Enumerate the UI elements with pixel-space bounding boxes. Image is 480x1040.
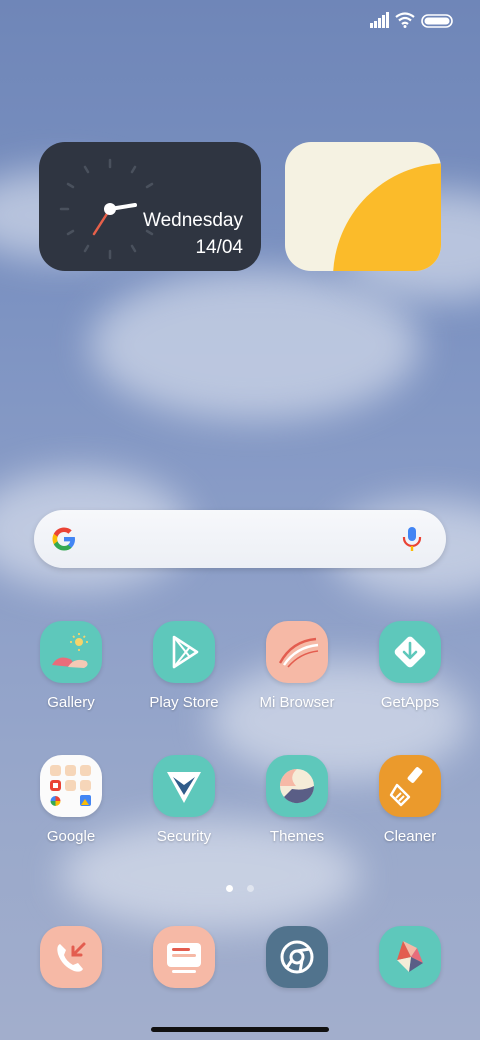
- app-google-folder[interactable]: Google: [15, 755, 127, 845]
- signal-icon: [370, 12, 389, 28]
- dock-phone[interactable]: [15, 926, 127, 988]
- gallery-icon: [40, 621, 102, 683]
- security-icon: [153, 755, 215, 817]
- play-store-icon: [153, 621, 215, 683]
- google-folder-icon: [40, 755, 102, 817]
- sun-graphic: [333, 163, 441, 271]
- wifi-icon: [395, 12, 415, 28]
- page-indicator: [0, 879, 480, 897]
- getapps-icon: [379, 621, 441, 683]
- themes-icon: [266, 755, 328, 817]
- app-label-play-store: Play Store: [149, 694, 219, 711]
- clock-day: Wednesday: [143, 210, 243, 231]
- battery-icon: [421, 14, 453, 28]
- gesture-home-bar[interactable]: [151, 1027, 329, 1032]
- page-dot[interactable]: [247, 885, 255, 892]
- app-label-gallery: Gallery: [47, 694, 95, 711]
- analog-clock: [59, 158, 154, 260]
- messages-icon: [153, 926, 215, 988]
- app-getapps[interactable]: GetApps: [354, 621, 466, 711]
- app-gallery[interactable]: Gallery: [15, 621, 127, 711]
- chrome-icon: [266, 926, 328, 988]
- cleaner-icon: [379, 755, 441, 817]
- app-label-security: Security: [156, 828, 212, 845]
- page-dot-active[interactable]: [225, 885, 233, 892]
- app-label-themes: Themes: [269, 828, 325, 845]
- app-label-mi-browser: Mi Browser: [259, 694, 335, 711]
- status-bar: [0, 0, 480, 44]
- gallery-app-icon: [379, 926, 441, 988]
- clock-date: 14/04: [195, 237, 243, 258]
- dock-messages[interactable]: [128, 926, 240, 988]
- app-cleaner[interactable]: Cleaner: [354, 755, 466, 845]
- app-label-google: Google: [46, 828, 96, 845]
- app-play-store[interactable]: Play Store: [128, 621, 240, 711]
- app-security[interactable]: Security: [128, 755, 240, 845]
- clock-widget[interactable]: Wednesday 14/04: [39, 142, 261, 271]
- app-label-cleaner: Cleaner: [383, 828, 437, 845]
- app-themes[interactable]: Themes: [241, 755, 353, 845]
- app-label-getapps: GetApps: [380, 694, 440, 711]
- dock-chrome[interactable]: [241, 926, 353, 988]
- dock-gallery[interactable]: [354, 926, 466, 988]
- mi-browser-icon: [266, 621, 328, 683]
- google-g-icon: [52, 527, 75, 551]
- weather-widget[interactable]: [285, 142, 441, 271]
- app-mi-browser[interactable]: Mi Browser: [241, 621, 353, 711]
- google-search-bar[interactable]: [34, 510, 446, 568]
- phone-icon: [40, 926, 102, 988]
- microphone-icon[interactable]: [400, 525, 424, 553]
